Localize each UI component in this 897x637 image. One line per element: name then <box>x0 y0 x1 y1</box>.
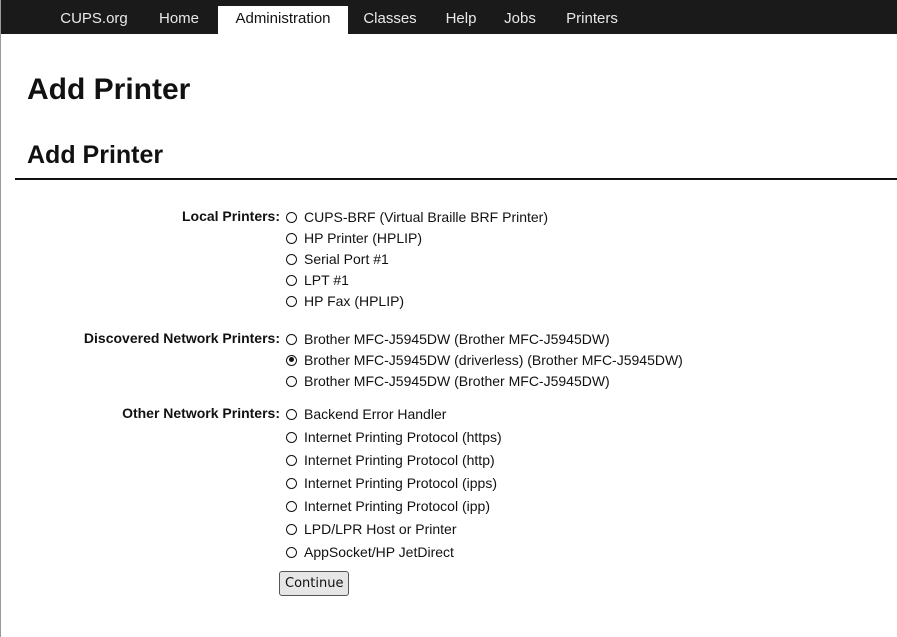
radio-option-appsocket-jetdirect[interactable]: AppSocket/HP JetDirect <box>286 542 454 562</box>
radio-button[interactable] <box>286 253 297 265</box>
page: CUPS.org Home Administration Classes Hel… <box>0 0 897 637</box>
radio-option-brother-mfc-driverless[interactable]: Brother MFC-J5945DW (driverless) (Brothe… <box>286 350 683 370</box>
radio-button-selected[interactable] <box>286 354 297 366</box>
radio-button[interactable] <box>286 523 297 535</box>
option-label: Internet Printing Protocol (ipp) <box>304 498 490 514</box>
option-label: HP Fax (HPLIP) <box>304 293 405 309</box>
continue-button[interactable]: Continue <box>279 571 350 596</box>
option-label: AppSocket/HP JetDirect <box>304 544 454 560</box>
option-label: LPT #1 <box>304 272 349 288</box>
radio-option-hp-fax-hplip[interactable]: HP Fax (HPLIP) <box>286 291 404 311</box>
option-label: HP Printer (HPLIP) <box>304 230 422 246</box>
radio-button[interactable] <box>286 211 297 223</box>
option-label: Brother MFC-J5945DW (Brother MFC-J5945DW… <box>304 331 610 347</box>
radio-button[interactable] <box>286 454 297 466</box>
option-label: Brother MFC-J5945DW (driverless) (Brothe… <box>304 352 683 368</box>
local-printers-label: Local Printers: <box>181 208 280 224</box>
option-label: Serial Port #1 <box>304 251 389 267</box>
other-network-printers-label: Other Network Printers: <box>122 405 280 421</box>
page-title: Add Printer <box>27 73 191 106</box>
radio-button[interactable] <box>286 274 297 286</box>
radio-option-lpd-lpr[interactable]: LPD/LPR Host or Printer <box>286 519 457 539</box>
option-label: LPD/LPR Host or Printer <box>304 521 457 537</box>
radio-button[interactable] <box>286 546 297 558</box>
section-divider <box>15 178 897 180</box>
radio-button[interactable] <box>286 295 297 307</box>
radio-button[interactable] <box>286 232 297 244</box>
nav-tab-cups-org[interactable]: CUPS.org <box>51 6 137 34</box>
nav-tab-classes[interactable]: Classes <box>353 6 427 34</box>
radio-button[interactable] <box>286 333 297 345</box>
nav-tab-printers[interactable]: Printers <box>556 6 628 34</box>
radio-button[interactable] <box>286 375 297 387</box>
radio-option-ipp-http[interactable]: Internet Printing Protocol (http) <box>286 450 495 470</box>
radio-option-brother-mfc-3[interactable]: Brother MFC-J5945DW (Brother MFC-J5945DW… <box>286 371 610 391</box>
radio-option-brother-mfc-1[interactable]: Brother MFC-J5945DW (Brother MFC-J5945DW… <box>286 329 610 349</box>
option-label: Internet Printing Protocol (ipps) <box>304 475 497 491</box>
option-label: Backend Error Handler <box>304 406 447 422</box>
radio-option-cups-brf[interactable]: CUPS-BRF (Virtual Braille BRF Printer) <box>286 207 548 227</box>
section-title: Add Printer <box>27 141 164 169</box>
radio-option-ipp-ipps[interactable]: Internet Printing Protocol (ipps) <box>286 473 497 493</box>
radio-option-ipp-ipp[interactable]: Internet Printing Protocol (ipp) <box>286 496 490 516</box>
option-label: Internet Printing Protocol (http) <box>304 452 495 468</box>
top-nav-bar: CUPS.org Home Administration Classes Hel… <box>1 0 897 34</box>
radio-button[interactable] <box>286 500 297 512</box>
radio-button[interactable] <box>286 408 297 420</box>
radio-option-serial-port-1[interactable]: Serial Port #1 <box>286 249 389 269</box>
nav-tab-jobs[interactable]: Jobs <box>496 6 544 34</box>
radio-button[interactable] <box>286 477 297 489</box>
nav-tab-administration[interactable]: Administration <box>218 6 348 34</box>
radio-option-ipp-https[interactable]: Internet Printing Protocol (https) <box>286 427 502 447</box>
option-label: Brother MFC-J5945DW (Brother MFC-J5945DW… <box>304 373 610 389</box>
option-label: Internet Printing Protocol (https) <box>304 429 502 445</box>
radio-option-lpt-1[interactable]: LPT #1 <box>286 270 349 290</box>
discovered-network-printers-label: Discovered Network Printers: <box>83 330 280 346</box>
nav-tab-home[interactable]: Home <box>151 6 207 34</box>
radio-option-backend-error-handler[interactable]: Backend Error Handler <box>286 404 446 424</box>
option-label: CUPS-BRF (Virtual Braille BRF Printer) <box>304 209 549 225</box>
radio-button[interactable] <box>286 431 297 443</box>
radio-option-hp-printer-hplip[interactable]: HP Printer (HPLIP) <box>286 228 422 248</box>
nav-tab-help[interactable]: Help <box>438 6 484 34</box>
